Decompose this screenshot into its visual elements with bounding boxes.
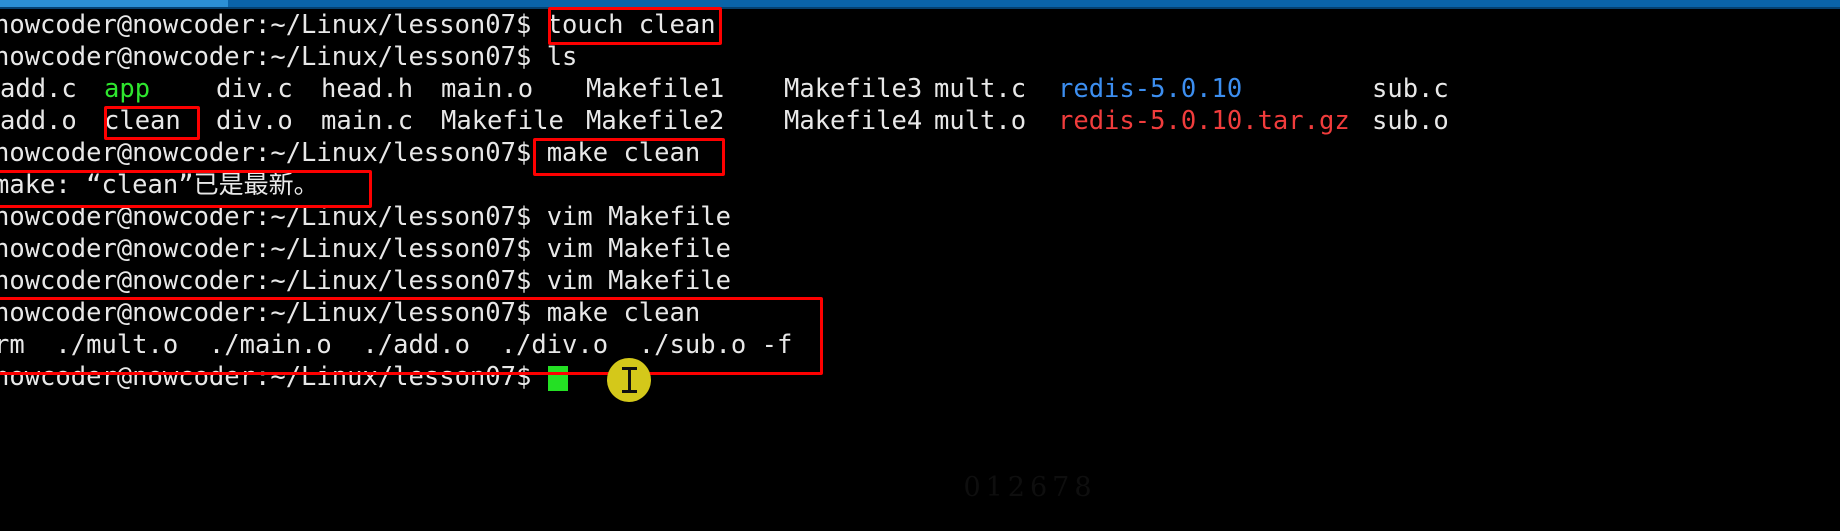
command-text: vim Makefile: [546, 266, 731, 296]
file-entry: Makefile1: [586, 74, 725, 104]
file-entry-directory: redis-5.0.10: [1058, 74, 1243, 104]
command-text: make clean: [546, 298, 701, 328]
shell-prompt: nowcoder@nowcoder:~/Linux/lesson07$: [0, 10, 547, 40]
terminal-line-make-clean-first: nowcoder@nowcoder:~/Linux/lesson07$ make…: [0, 137, 1840, 169]
rm-command-output: rm ./mult.o ./main.o ./add.o ./div.o ./s…: [0, 330, 793, 360]
file-entry: mult.o: [934, 106, 1027, 136]
command-text: touch clean: [546, 10, 716, 40]
terminal-line-vim-3: nowcoder@nowcoder:~/Linux/lesson07$ vim …: [0, 265, 1840, 297]
file-entry-archive: redis-5.0.10.tar.gz: [1058, 106, 1350, 136]
file-entry: Makefile2: [586, 106, 725, 136]
watermark: 012678: [963, 472, 1097, 503]
terminal-line-make-uptodate: make: “clean”已是最新。: [0, 169, 1840, 201]
command-text: vim Makefile: [546, 202, 731, 232]
terminal-line-rm-output: rm ./mult.o ./main.o ./add.o ./div.o ./s…: [0, 329, 1840, 361]
terminal-line-ls-row2: add.o clean div.o main.c Makefile Makefile2 Ma…: [0, 105, 1840, 137]
window-titlebar[interactable]: [0, 0, 1840, 9]
terminal-line-vim-1: nowcoder@nowcoder:~/Linux/lesson07$ vim …: [0, 201, 1840, 233]
shell-prompt: nowcoder@nowcoder:~/Linux/lesson07$: [0, 298, 547, 328]
file-entry: add.c: [0, 74, 77, 104]
file-entry: main.o: [441, 74, 534, 104]
shell-prompt: nowcoder@nowcoder:~/Linux/lesson07$: [0, 234, 547, 264]
make-output-prefix: make:: [0, 170, 87, 200]
shell-prompt: nowcoder@nowcoder:~/Linux/lesson07$: [0, 266, 547, 296]
file-entry: head.h: [321, 74, 414, 104]
command-text: ls: [546, 42, 578, 72]
terminal-line-ls: nowcoder@nowcoder:~/Linux/lesson07$ ls: [0, 41, 1840, 73]
terminal-line-ls-row1: add.c app div.c head.h main.o Makefile1 Makefi…: [0, 73, 1840, 105]
terminal-line-final-prompt: nowcoder@nowcoder:~/Linux/lesson07$: [0, 361, 1840, 393]
file-entry: sub.c: [1372, 74, 1449, 104]
terminal-line-vim-2: nowcoder@nowcoder:~/Linux/lesson07$ vim …: [0, 233, 1840, 265]
make-output-message-cjk: 已是最新。: [193, 170, 319, 199]
terminal-output-area[interactable]: nowcoder@nowcoder:~/Linux/lesson07$ touc…: [0, 9, 1840, 531]
file-entry-clean: clean: [104, 106, 181, 136]
terminal-line-make-clean-second: nowcoder@nowcoder:~/Linux/lesson07$ make…: [0, 297, 1840, 329]
file-entry: mult.c: [934, 74, 1027, 104]
file-entry: sub.o: [1372, 106, 1449, 136]
shell-prompt: nowcoder@nowcoder:~/Linux/lesson07$: [0, 362, 547, 392]
command-text: make clean: [546, 138, 701, 168]
command-text: vim Makefile: [546, 234, 731, 264]
file-entry: add.o: [0, 106, 77, 136]
shell-prompt: nowcoder@nowcoder:~/Linux/lesson07$: [0, 138, 547, 168]
shell-prompt: nowcoder@nowcoder:~/Linux/lesson07$: [0, 202, 547, 232]
ibeam-bottom-serif-icon: [622, 390, 637, 393]
make-output-target: “clean”: [86, 170, 194, 200]
file-entry: main.c: [321, 106, 414, 136]
text-cursor: [548, 366, 568, 391]
file-entry: div.c: [216, 74, 293, 104]
file-entry: Makefile3: [784, 74, 923, 104]
mouse-pointer-ibeam: [607, 358, 651, 402]
ibeam-top-serif-icon: [622, 367, 637, 370]
file-entry: Makefile4: [784, 106, 923, 136]
terminal-line-touch-clean: nowcoder@nowcoder:~/Linux/lesson07$ touc…: [0, 9, 1840, 41]
file-entry: Makefile: [441, 106, 564, 136]
file-entry-executable: app: [104, 74, 151, 104]
file-entry: div.o: [216, 106, 293, 136]
shell-prompt: nowcoder@nowcoder:~/Linux/lesson07$: [0, 42, 547, 72]
terminal-window: nowcoder@nowcoder:~/Linux/lesson07$ touc…: [0, 0, 1840, 531]
